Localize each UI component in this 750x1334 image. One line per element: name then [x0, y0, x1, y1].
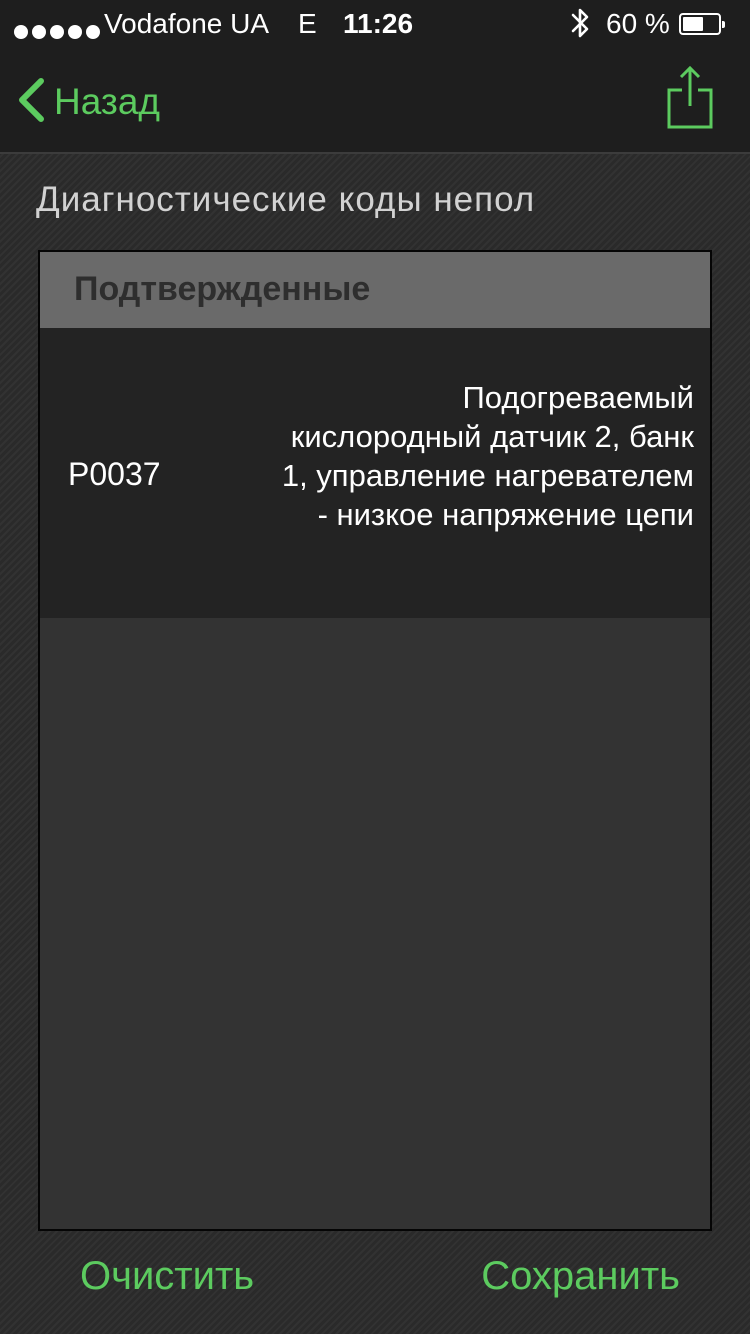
bluetooth-icon [568, 6, 592, 47]
code-row[interactable]: P0037 Подогреваемый кислородный датчик 2… [40, 328, 710, 618]
battery-percent: 60 % [606, 8, 670, 39]
share-button[interactable] [664, 64, 716, 132]
battery-icon [679, 13, 725, 35]
share-icon [667, 65, 713, 129]
navigation-bar: Назад [0, 52, 750, 154]
network-type: E [298, 8, 317, 39]
status-time: 11:26 [343, 8, 414, 39]
page-title: Диагностические коды непол [36, 180, 536, 219]
clear-button[interactable]: Очистить [80, 1254, 254, 1299]
section-header-label: Подтвержденные [74, 270, 371, 308]
section-header: Подтвержденные [40, 252, 710, 328]
carrier-name: Vodafone UA [104, 8, 270, 39]
chevron-left-icon [16, 77, 46, 128]
diagnostic-codes-panel: Подтвержденные P0037 Подогреваемый кисло… [38, 250, 712, 1231]
save-button[interactable]: Сохранить [481, 1254, 680, 1299]
back-button[interactable]: Назад [16, 76, 160, 128]
code-id: P0037 [68, 456, 161, 492]
status-bar: Vodafone UA E 11:26 60 % [0, 0, 750, 52]
back-label: Назад [54, 81, 161, 122]
signal-strength-icon [14, 14, 104, 46]
code-description: Подогреваемый кислородный датчик 2, банк… [281, 380, 694, 532]
